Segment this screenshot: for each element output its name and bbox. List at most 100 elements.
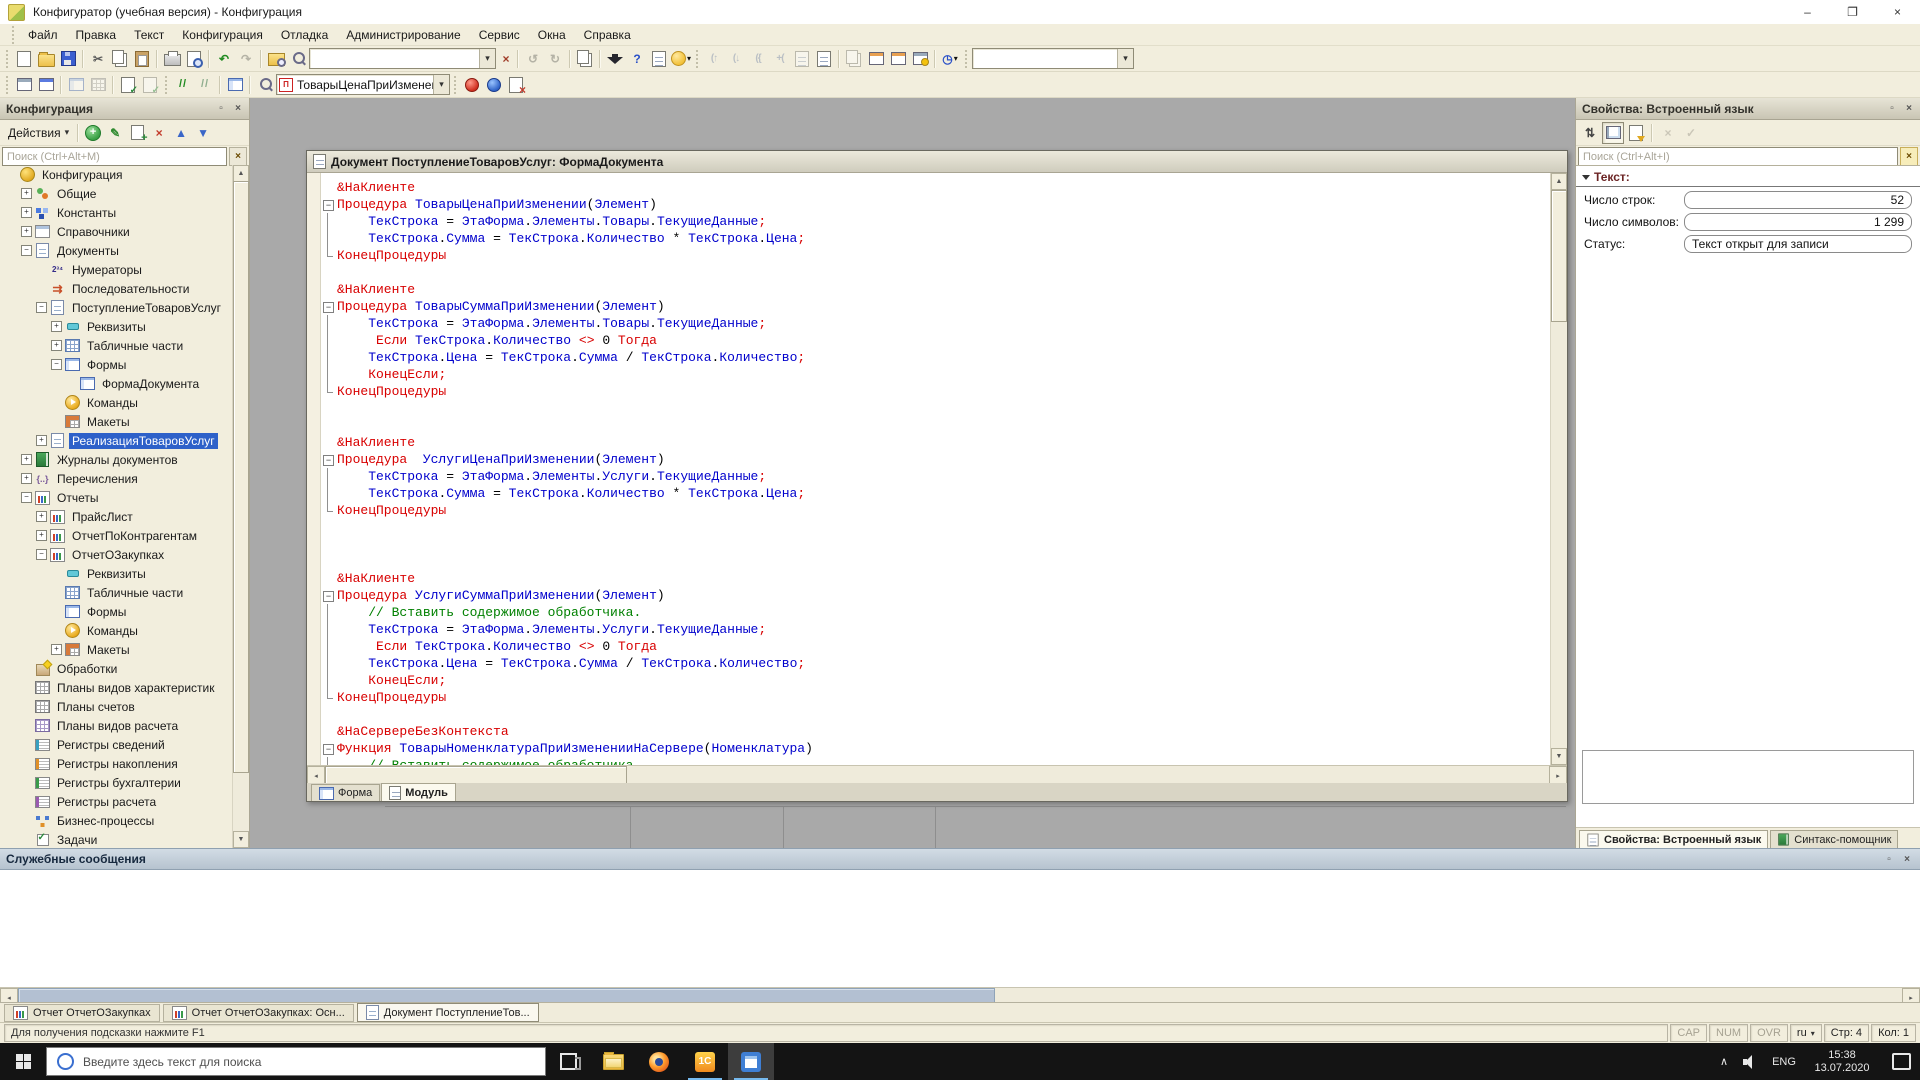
tree-item-Макеты[interactable]: + Макеты: [0, 640, 233, 659]
tree-item-ОтчетПоКонтрагентам[interactable]: + ОтчетПоКонтрагентам: [0, 526, 233, 545]
menu-item-Текст[interactable]: Текст: [125, 26, 173, 44]
chevron-down-icon[interactable]: ▾: [479, 49, 495, 68]
taskbar-search[interactable]: Введите здесь текст для поиска: [46, 1047, 546, 1076]
tree-item-Константы[interactable]: + Константы: [0, 203, 233, 222]
tree-item-Перечисления[interactable]: + {..} Перечисления: [0, 469, 233, 488]
menu-item-Отладка[interactable]: Отладка: [272, 26, 337, 44]
procedure-end-icon[interactable]: +(: [769, 48, 791, 70]
expand-icon[interactable]: +: [51, 644, 62, 655]
expand-icon[interactable]: +: [21, 207, 32, 218]
volume-button[interactable]: [1736, 1043, 1766, 1080]
collapse-icon[interactable]: −: [36, 302, 47, 313]
fold-collapse-icon[interactable]: [321, 196, 337, 213]
editor-title-bar[interactable]: Документ ПоступлениеТоваровУслуг: ФормаД…: [307, 151, 1567, 173]
action-center-button[interactable]: [1882, 1043, 1920, 1080]
cut-icon[interactable]: ✂: [87, 48, 109, 70]
syntax-check-icon[interactable]: [461, 74, 483, 96]
close-panel-icon[interactable]: ×: [1902, 102, 1916, 116]
clear-icon[interactable]: ×: [498, 49, 514, 68]
recheck-module-icon[interactable]: [139, 74, 161, 96]
edit-icon[interactable]: ✎: [104, 122, 126, 144]
new-window-icon[interactable]: [887, 48, 909, 70]
actions-button[interactable]: Действия ▾: [3, 123, 74, 143]
tree-item-Справочники[interactable]: + Справочники: [0, 222, 233, 241]
goto-line-icon[interactable]: [813, 48, 835, 70]
add-comment-icon[interactable]: //: [172, 74, 194, 96]
window-tab-Документ ПоступлениеТов...[interactable]: Документ ПоступлениеТов...: [356, 1003, 539, 1022]
tree-item-Нумераторы[interactable]: 2³⁴ Нумераторы: [0, 260, 233, 279]
panel-tab-Свойства: Встроенный язык[interactable]: Свойства: Встроенный язык: [1579, 830, 1769, 848]
configuration-tree[interactable]: Конфигурация + Общие + Константы + Справочники…: [0, 165, 233, 848]
global-search-icon[interactable]: [265, 48, 287, 70]
collapse-icon[interactable]: −: [51, 359, 62, 370]
menu-item-Файл[interactable]: Файл: [19, 26, 67, 44]
property-value-field[interactable]: Текст открыт для записи: [1684, 235, 1912, 253]
scrollbar-thumb[interactable]: [233, 181, 249, 773]
tree-item-Планы счетов[interactable]: Планы счетов: [0, 697, 233, 716]
new-icon[interactable]: [13, 48, 35, 70]
procedure-combo[interactable]: П ТоварыЦенаПриИзменении▾: [276, 74, 450, 95]
chevron-down-icon[interactable]: ▾: [433, 75, 449, 94]
scroll-up-icon[interactable]: ▲: [1551, 173, 1567, 190]
scroll-up-icon[interactable]: ▲: [233, 165, 249, 182]
apply-icon[interactable]: ✓: [1680, 122, 1702, 144]
help-contents-icon[interactable]: [648, 48, 670, 70]
copy-fragment-icon[interactable]: [574, 48, 596, 70]
open-icon[interactable]: [35, 48, 57, 70]
pin-icon[interactable]: ▫: [1885, 102, 1899, 116]
expand-icon[interactable]: +: [21, 454, 32, 465]
tree-item-ФормаДокумента[interactable]: ФормаДокумента: [0, 374, 233, 393]
tree-item-Реквизиты[interactable]: + Реквизиты: [0, 317, 233, 336]
tree-item-Конфигурация[interactable]: Конфигурация: [0, 165, 233, 184]
tree-item-Реквизиты[interactable]: Реквизиты: [0, 564, 233, 583]
tree-item-Бизнес-процессы[interactable]: Бизнес-процессы: [0, 811, 233, 830]
tree-item-ПрайсЛист[interactable]: + ПрайсЛист: [0, 507, 233, 526]
editor-hscrollbar[interactable]: ◂ ▸: [307, 765, 1567, 785]
language-indicator[interactable]: ENG: [1766, 1043, 1802, 1080]
tree-item-Последовательности[interactable]: ⇉ Последовательности: [0, 279, 233, 298]
find-icon[interactable]: [287, 48, 309, 70]
nav-forward-icon[interactable]: ↻: [544, 48, 566, 70]
expand-icon[interactable]: +: [21, 226, 32, 237]
move-up-icon[interactable]: ▲: [170, 122, 192, 144]
procedures-list-icon[interactable]: [254, 74, 276, 96]
save-icon[interactable]: [57, 48, 79, 70]
clear-bookmarks-icon[interactable]: [505, 74, 527, 97]
sort-icon[interactable]: ⇅: [1579, 122, 1601, 144]
tree-item-Планы видов расчета[interactable]: Планы видов расчета: [0, 716, 233, 735]
tree-item-Задачи[interactable]: Задачи: [0, 830, 233, 848]
tree-item-Обработки[interactable]: Обработки: [0, 659, 233, 678]
tree-item-Регистры сведений[interactable]: Регистры сведений: [0, 735, 233, 754]
tree-item-Формы[interactable]: − Формы: [0, 355, 233, 374]
window-settings-icon[interactable]: [909, 48, 931, 70]
fold-collapse-icon[interactable]: [321, 451, 337, 468]
form-editor-icon[interactable]: [65, 74, 87, 96]
collapse-icon[interactable]: −: [36, 549, 47, 560]
code-editor[interactable]: &НаКлиентеПроцедура ТоварыЦенаПриИзменен…: [321, 173, 1550, 765]
minimize-button[interactable]: –: [1785, 0, 1830, 24]
tree-item-Регистры расчета[interactable]: Регистры расчета: [0, 792, 233, 811]
prev-procedure-icon[interactable]: (↑: [703, 48, 725, 70]
close-panel-icon[interactable]: ×: [231, 102, 245, 116]
pin-icon[interactable]: ▫: [214, 102, 228, 116]
discard-icon[interactable]: ×: [1657, 122, 1679, 144]
chevron-down-icon[interactable]: ▾: [1117, 49, 1133, 68]
property-value-field[interactable]: 1 299: [1684, 213, 1912, 231]
move-down-icon[interactable]: ▼: [192, 122, 214, 144]
pin-icon[interactable]: ▫: [1882, 852, 1896, 866]
tree-item-ОтчетОЗакупках[interactable]: − ОтчетОЗакупках: [0, 545, 233, 564]
expand-icon[interactable]: +: [51, 340, 62, 351]
maximize-button[interactable]: ❐: [1830, 0, 1875, 24]
close-button[interactable]: ×: [1875, 0, 1920, 24]
save-fragment-icon[interactable]: [843, 48, 865, 70]
tree-scrollbar[interactable]: ▲ ▼: [232, 165, 249, 848]
taskbar-app-firefox[interactable]: [636, 1043, 682, 1080]
properties-section-header[interactable]: Текст:: [1576, 166, 1920, 187]
scroll-down-icon[interactable]: ▼: [1551, 748, 1567, 765]
split-window-icon[interactable]: [865, 48, 887, 70]
tree-search-input[interactable]: [2, 147, 227, 166]
status-cell-ru[interactable]: ru ▾: [1789, 1024, 1822, 1042]
taskbar-app-1c[interactable]: 1С: [682, 1043, 728, 1080]
taskbar-app-configurator[interactable]: [728, 1043, 774, 1080]
expand-icon[interactable]: +: [36, 530, 47, 541]
